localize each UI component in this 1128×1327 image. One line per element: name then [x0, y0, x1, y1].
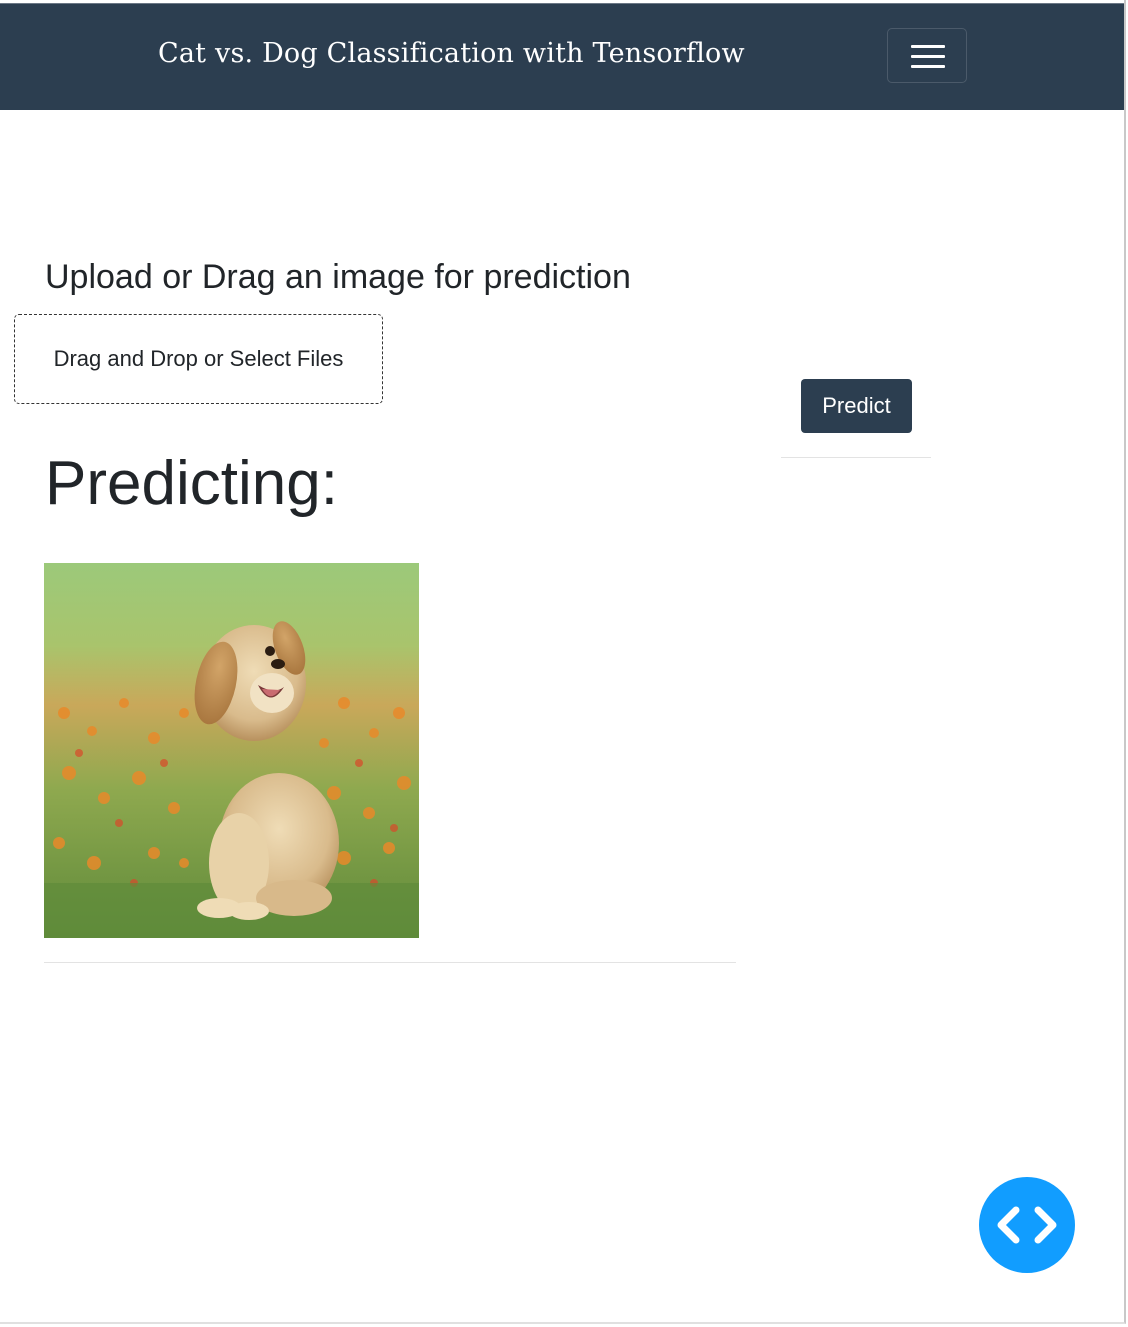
- dropzone-label: Drag and Drop or Select Files: [53, 346, 344, 371]
- app-page: Cat vs. Dog Classification with Tensorfl…: [0, 0, 1126, 1324]
- divider: [44, 962, 736, 963]
- code-toggle-button[interactable]: [979, 1177, 1075, 1273]
- file-dropzone[interactable]: Drag and Drop or Select Files: [14, 314, 383, 404]
- navbar-toggler-button[interactable]: [887, 28, 967, 83]
- uploaded-dog-image: [44, 563, 419, 938]
- predicting-heading: Predicting:: [45, 449, 338, 518]
- divider: [781, 457, 931, 458]
- upload-heading: Upload or Drag an image for prediction: [45, 258, 631, 296]
- navbar-brand[interactable]: Cat vs. Dog Classification with Tensorfl…: [158, 38, 745, 69]
- predict-button[interactable]: Predict: [801, 379, 912, 433]
- hamburger-menu-icon: [911, 45, 945, 48]
- code-brackets-icon: [997, 1206, 1057, 1244]
- navbar: Cat vs. Dog Classification with Tensorfl…: [0, 3, 1124, 110]
